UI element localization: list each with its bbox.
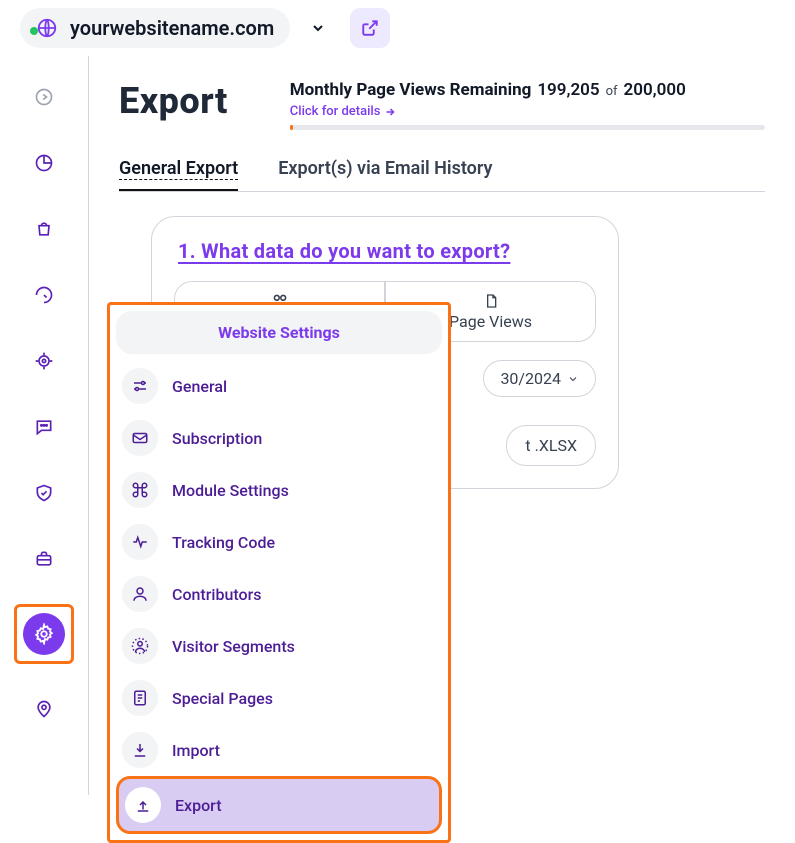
nav-target-icon[interactable] [23, 340, 65, 382]
nav-gear-icon[interactable] [23, 613, 65, 655]
sidebar-nav [0, 56, 88, 795]
settings-item-module[interactable]: Module Settings [116, 464, 442, 516]
step-title: 1. What data do you want to export? [174, 239, 596, 263]
date-picker[interactable]: 30/2024 [483, 360, 596, 397]
settings-item-import[interactable]: Import [116, 724, 442, 776]
quota-of: of [606, 84, 618, 99]
export-format[interactable]: t .XLSX [506, 425, 596, 466]
command-icon [122, 472, 158, 508]
nav-location-icon[interactable] [23, 688, 65, 730]
mail-icon [122, 420, 158, 456]
open-external-button[interactable] [350, 8, 390, 48]
quota-block: Monthly Page Views Remaining 199,205 of … [290, 80, 765, 130]
quota-max: 200,000 [624, 80, 686, 100]
settings-item-special-pages[interactable]: Special Pages [116, 672, 442, 724]
export-format-label: t .XLSX [525, 436, 577, 455]
settings-popup-heading: Website Settings [116, 311, 442, 354]
settings-item-label: Module Settings [172, 481, 289, 500]
sliders-icon [122, 368, 158, 404]
quota-details-text: Click for details [290, 104, 381, 119]
quota-details-link[interactable]: Click for details [290, 104, 397, 119]
settings-item-segments[interactable]: Visitor Segments [116, 620, 442, 672]
settings-item-label: Import [172, 741, 220, 760]
nav-chat-icon[interactable] [23, 406, 65, 448]
settings-item-subscription[interactable]: Subscription [116, 412, 442, 464]
settings-item-label: Subscription [172, 429, 262, 448]
chevron-down-icon [567, 373, 579, 385]
settings-item-general[interactable]: General [116, 360, 442, 412]
nav-pie-icon[interactable] [23, 142, 65, 184]
chevron-down-icon[interactable] [302, 12, 334, 44]
download-icon [122, 732, 158, 768]
settings-item-tracking[interactable]: Tracking Code [116, 516, 442, 568]
settings-item-label: Contributors [172, 585, 262, 604]
nav-bag-icon[interactable] [23, 208, 65, 250]
tab-general-export[interactable]: General Export [119, 158, 238, 191]
tab-history-label: Export(s) via Email History [278, 158, 492, 179]
arrow-right-icon [384, 106, 396, 118]
date-value: 30/2024 [500, 369, 561, 388]
quota-progress-bar [290, 125, 765, 130]
nav-power-icon[interactable] [23, 76, 65, 118]
quota-label: Monthly Page Views Remaining [290, 80, 532, 100]
settings-item-label: Special Pages [172, 689, 273, 708]
page-title: Export [119, 80, 228, 122]
site-selector[interactable]: yourwebsitename.com [20, 8, 290, 48]
nav-activity-icon[interactable] [23, 274, 65, 316]
user-segments-icon [122, 628, 158, 664]
export-tabs: General Export Export(s) via Email Histo… [119, 158, 765, 192]
tab-general-label: General Export [119, 158, 238, 180]
app-header: yourwebsitename.com [0, 0, 795, 56]
settings-item-label: Tracking Code [172, 533, 275, 552]
settings-popup: Website Settings General Subscription Mo… [107, 302, 451, 843]
upload-icon [125, 787, 161, 823]
site-name: yourwebsitename.com [70, 16, 274, 40]
globe-icon [36, 17, 58, 39]
user-icon [122, 576, 158, 612]
nav-briefcase-icon[interactable] [23, 538, 65, 580]
settings-item-contributors[interactable]: Contributors [116, 568, 442, 620]
settings-item-export[interactable]: Export [116, 776, 442, 834]
pulse-icon [122, 524, 158, 560]
settings-item-label: Export [175, 796, 222, 815]
nav-shield-icon[interactable] [23, 472, 65, 514]
settings-item-label: General [172, 377, 227, 396]
settings-item-label: Visitor Segments [172, 637, 295, 656]
file-icon [483, 292, 499, 310]
choice-pageviews-label: Page Views [449, 312, 532, 331]
tab-email-history[interactable]: Export(s) via Email History [278, 158, 492, 191]
quota-current: 199,205 [537, 80, 599, 100]
document-icon [122, 680, 158, 716]
sidebar-settings-highlight [14, 604, 74, 664]
